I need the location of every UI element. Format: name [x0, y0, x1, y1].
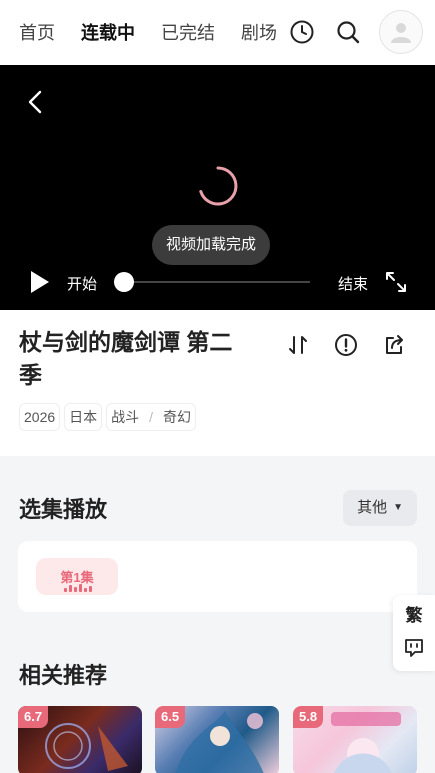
- history-icon[interactable]: [287, 17, 317, 47]
- tag-region[interactable]: 日本: [64, 403, 103, 431]
- recommendations-section-title: 相关推荐: [19, 663, 108, 688]
- back-icon[interactable]: [24, 89, 48, 115]
- tab-home[interactable]: 首页: [19, 21, 55, 45]
- user-icon: [391, 23, 411, 43]
- time-start-label: 开始: [67, 276, 98, 293]
- episode-label: 第1集: [60, 570, 94, 585]
- player-controls: 开始 结束: [0, 265, 435, 299]
- top-navigation: 首页 连载中 已完结 剧场: [0, 0, 435, 65]
- traditional-chinese-toggle[interactable]: 繁: [393, 601, 435, 626]
- video-player[interactable]: 视频加载完成 开始 结束: [0, 65, 435, 310]
- nav-icon-group: [287, 10, 423, 54]
- recommendation-card[interactable]: 6.5: [155, 706, 279, 773]
- episode-item[interactable]: 第1集: [36, 558, 118, 595]
- rating-badge: 6.7: [18, 706, 49, 728]
- avatar[interactable]: [379, 10, 423, 54]
- sort-icon[interactable]: [285, 332, 311, 358]
- tag-list: 2026 日本 战斗 / 奇幻: [19, 403, 197, 431]
- tag-genre[interactable]: 战斗: [111, 407, 139, 427]
- now-playing-icon: [64, 584, 92, 592]
- tab-ongoing[interactable]: 连载中: [81, 21, 135, 45]
- episodes-section-title: 选集播放: [19, 497, 108, 522]
- play-icon[interactable]: [27, 269, 51, 295]
- page: 首页 连载中 已完结 剧场 视频加载完成 开始 结束 杖与剑的魔剑谭 第二季 2…: [0, 0, 435, 773]
- genre-tags: 战斗 / 奇幻: [106, 403, 197, 431]
- other-sources-label: 其他: [357, 499, 388, 516]
- time-end-label: 结束: [338, 276, 369, 293]
- info-actions: [285, 332, 407, 358]
- progress-thumb[interactable]: [114, 272, 134, 292]
- tag-genre[interactable]: 奇幻: [163, 407, 191, 427]
- loading-toast: 视频加载完成: [152, 225, 271, 265]
- episode-list: 第1集: [18, 541, 417, 612]
- tab-completed[interactable]: 已完结: [161, 21, 215, 45]
- tag-separator: /: [149, 409, 154, 425]
- rating-badge: 6.5: [155, 706, 186, 728]
- anime-info-panel: 杖与剑的魔剑谭 第二季 2026 日本 战斗 / 奇幻: [0, 310, 435, 456]
- rating-badge: 5.8: [293, 706, 324, 728]
- tag-year[interactable]: 2026: [19, 403, 61, 431]
- share-icon[interactable]: [381, 332, 407, 358]
- recommendation-card[interactable]: 5.8: [293, 706, 417, 773]
- recommendation-card[interactable]: 6.7: [18, 706, 142, 773]
- tab-theater[interactable]: 剧场: [241, 21, 277, 45]
- feedback-icon[interactable]: [403, 637, 425, 659]
- loading-spinner-icon: [197, 165, 239, 207]
- category-tabs: 首页 连载中 已完结 剧场: [0, 21, 278, 45]
- fullscreen-icon[interactable]: [384, 270, 408, 294]
- progress-bar[interactable]: [124, 281, 310, 283]
- search-icon[interactable]: [333, 17, 363, 47]
- other-sources-button[interactable]: 其他 ▼: [343, 490, 417, 526]
- report-icon[interactable]: [333, 332, 359, 358]
- caret-down-icon: ▼: [393, 502, 403, 513]
- side-float-panel: 繁: [393, 595, 435, 671]
- anime-title: 杖与剑的魔剑谭 第二季: [19, 329, 233, 388]
